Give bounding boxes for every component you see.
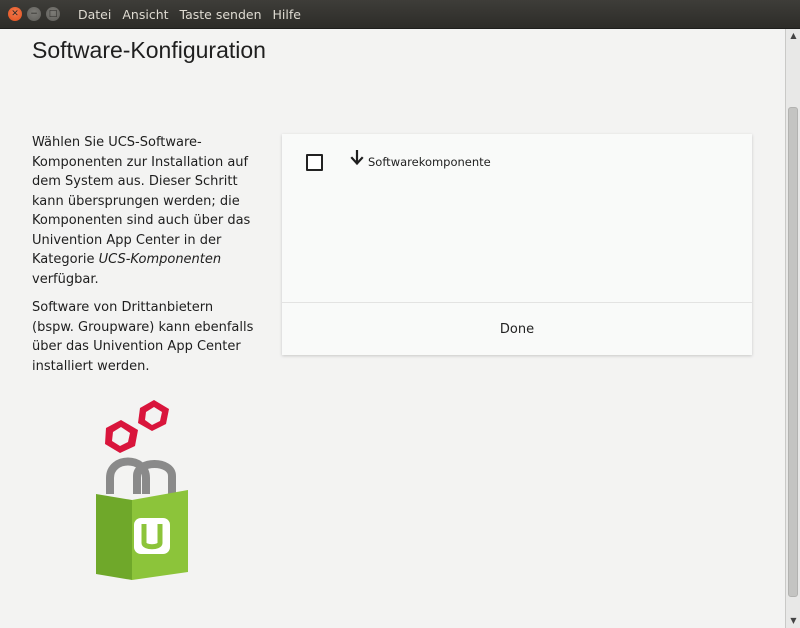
vertical-scrollbar[interactable]: ▲ ▼ xyxy=(785,29,800,628)
univention-app-center-logo xyxy=(96,400,188,580)
done-button[interactable]: Done xyxy=(282,303,752,355)
menu-item-hilfe[interactable]: Hilfe xyxy=(273,7,301,22)
menu-item-datei[interactable]: Datei xyxy=(78,7,111,22)
scrollbar-thumb[interactable] xyxy=(788,107,798,597)
maximize-icon[interactable]: □ xyxy=(46,7,60,21)
component-label: Softwarekomponente xyxy=(368,155,491,169)
close-icon[interactable]: ✕ xyxy=(8,7,22,21)
menu-item-ansicht[interactable]: Ansicht xyxy=(122,7,168,22)
description-paragraph-2: Software von Drittanbietern (bspw. Group… xyxy=(32,300,254,374)
cube-icon xyxy=(105,420,138,453)
menu-bar: Datei Ansicht Taste senden Hilfe xyxy=(78,0,312,29)
minimize-icon[interactable]: − xyxy=(27,7,41,21)
arrow-down-icon xyxy=(350,150,364,166)
description-tail: verfügbar. xyxy=(32,271,99,287)
description-text: Wählen Sie UCS-Software-Komponenten zur … xyxy=(32,135,251,267)
component-checkbox[interactable] xyxy=(306,154,323,171)
cube-icon xyxy=(138,400,169,431)
scroll-down-icon[interactable]: ▼ xyxy=(789,616,798,626)
page-title: Software-Konfiguration xyxy=(32,37,266,63)
category-name: UCS-Komponenten xyxy=(98,252,222,267)
component-row[interactable]: Softwarekomponente xyxy=(282,134,752,189)
scroll-up-icon[interactable]: ▲ xyxy=(789,31,798,41)
menu-item-taste-senden[interactable]: Taste senden xyxy=(180,7,262,22)
window-titlebar: ✕ − □ Datei Ansicht Taste senden Hilfe xyxy=(0,0,800,29)
description-paragraph-1: Wählen Sie UCS-Software-Komponenten zur … xyxy=(32,133,257,289)
description: Wählen Sie UCS-Software-Komponenten zur … xyxy=(32,133,257,385)
component-card: Softwarekomponente Done xyxy=(282,134,752,355)
